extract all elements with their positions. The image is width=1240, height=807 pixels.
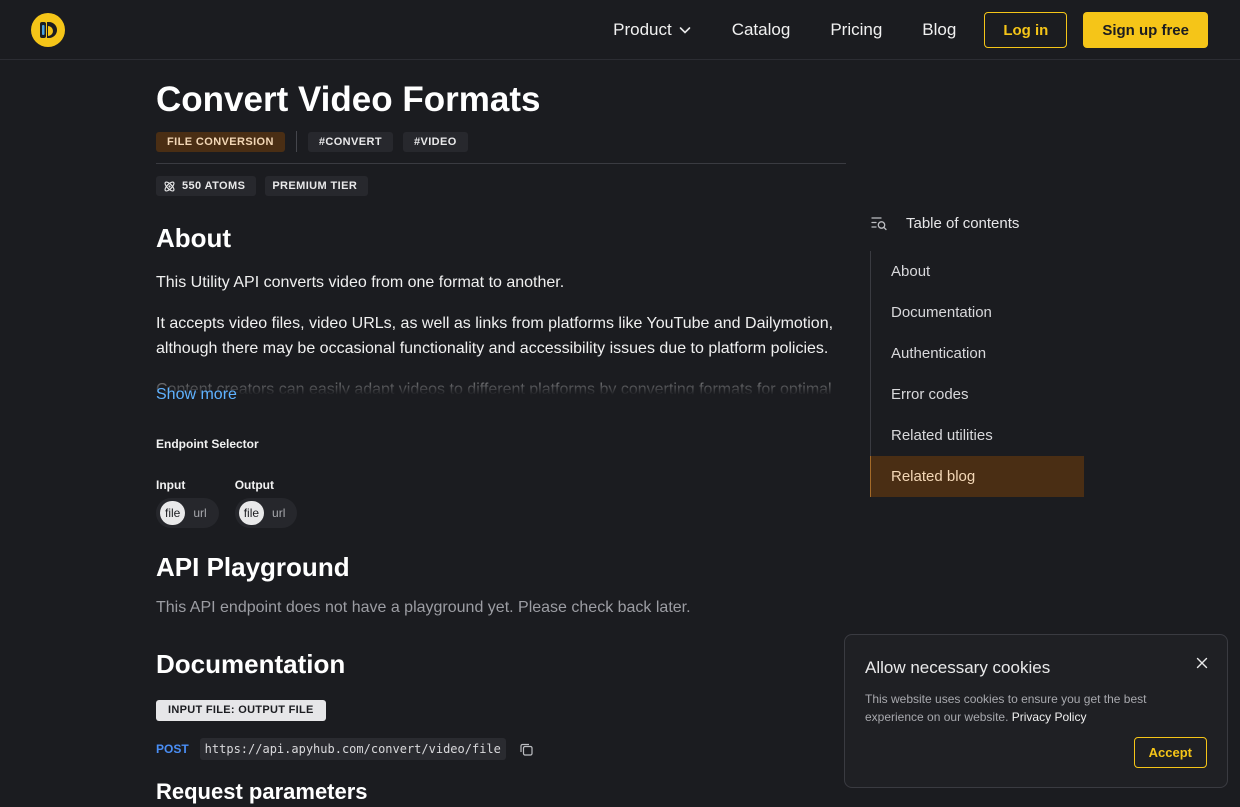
tag-row: FILE CONVERSION #CONVERT #VIDEO [156,131,846,152]
playground-note: This API endpoint does not have a playgr… [156,599,691,616]
close-icon[interactable] [1196,657,1208,669]
toc-item-documentation[interactable]: Documentation [871,292,1084,333]
about-paragraph: Content creators can easily adapt videos… [156,381,832,395]
toc-title: Table of contents [906,214,1020,232]
tier-badge: PREMIUM TIER [265,176,369,196]
cookie-banner: Allow necessary cookies This website use… [844,634,1228,788]
page-title: Convert Video Formats [156,80,541,119]
main-nav: Product Catalog Pricing Blog Log in Sign… [613,12,1208,48]
about-paragraph: It accepts video files, video URLs, as w… [156,315,834,357]
toc-item-error-codes[interactable]: Error codes [871,374,1084,415]
privacy-policy-link[interactable]: Privacy Policy [1012,710,1087,724]
nav-product[interactable]: Product [613,20,692,40]
signup-button[interactable]: Sign up free [1083,12,1208,48]
tag-convert[interactable]: #CONVERT [307,131,393,152]
atoms-badge: 550 ATOMS [156,176,257,196]
nav-blog[interactable]: Blog [922,20,956,40]
apyhub-logo[interactable] [31,13,65,47]
about-text: This Utility API converts video from one… [156,270,846,395]
about-paragraph: This Utility API converts video from one… [156,274,565,291]
tag-divider [295,131,297,152]
atom-icon [163,180,176,193]
copy-icon[interactable] [519,742,534,757]
table-of-contents: Table of contents About Documentation Au… [870,213,1084,497]
http-method: POST [156,742,189,756]
logo-mark-icon [40,22,57,38]
output-toggle: file url [234,498,298,528]
atoms-label: 550 ATOMS [182,180,246,192]
cookie-message: This website uses cookies to ensure you … [865,692,1147,724]
nav-product-label: Product [613,20,672,39]
input-selector: Input file url [156,478,219,528]
input-toggle: file url [156,498,219,528]
endpoint-url[interactable]: https://api.apyhub.com/convert/video/fil… [199,738,506,760]
toc-search-icon [870,214,888,232]
output-option-file[interactable]: file [238,501,265,525]
output-option-url[interactable]: url [267,501,290,525]
toc-item-authentication[interactable]: Authentication [871,333,1084,374]
cookie-title: Allow necessary cookies [865,658,1051,677]
nav-pricing[interactable]: Pricing [830,20,882,40]
cookie-text: This website uses cookies to ensure you … [865,690,1195,726]
toc-header: Table of contents [870,213,1084,233]
toc-list: About Documentation Authentication Error… [870,251,1084,497]
header-divider [156,163,846,164]
chevron-down-icon [678,23,692,37]
meta-row: 550 ATOMS PREMIUM TIER [156,176,846,196]
nav-catalog[interactable]: Catalog [732,20,791,40]
toc-item-about[interactable]: About [871,251,1084,292]
endpoint-selector: Input file url Output file url [156,478,846,528]
endpoint-url-row: POST https://api.apyhub.com/convert/vide… [156,738,846,760]
show-more-link[interactable]: Show more [156,386,237,404]
output-label: Output [234,478,275,492]
output-selector: Output file url [234,478,298,528]
login-button[interactable]: Log in [984,12,1068,48]
io-badge: INPUT FILE: OUTPUT FILE [156,700,326,721]
request-parameters-heading: Request parameters [156,779,368,804]
about-heading: About [156,223,232,253]
input-label: Input [156,478,186,492]
toc-item-related-utilities[interactable]: Related utilities [871,415,1084,456]
accept-cookies-button[interactable]: Accept [1133,737,1207,768]
toc-item-related-blog[interactable]: Related blog [870,456,1084,497]
category-badge[interactable]: FILE CONVERSION [156,131,285,152]
playground-heading: API Playground [156,552,350,582]
tag-video[interactable]: #VIDEO [402,131,468,152]
main-content: Convert Video Formats FILE CONVERSION #C… [156,60,846,807]
endpoint-selector-title: Endpoint Selector [156,437,259,451]
input-option-file[interactable]: file [160,501,186,525]
top-navigation-bar: Product Catalog Pricing Blog Log in Sign… [0,0,1240,60]
input-option-url[interactable]: url [188,501,211,525]
documentation-heading: Documentation [156,649,346,679]
